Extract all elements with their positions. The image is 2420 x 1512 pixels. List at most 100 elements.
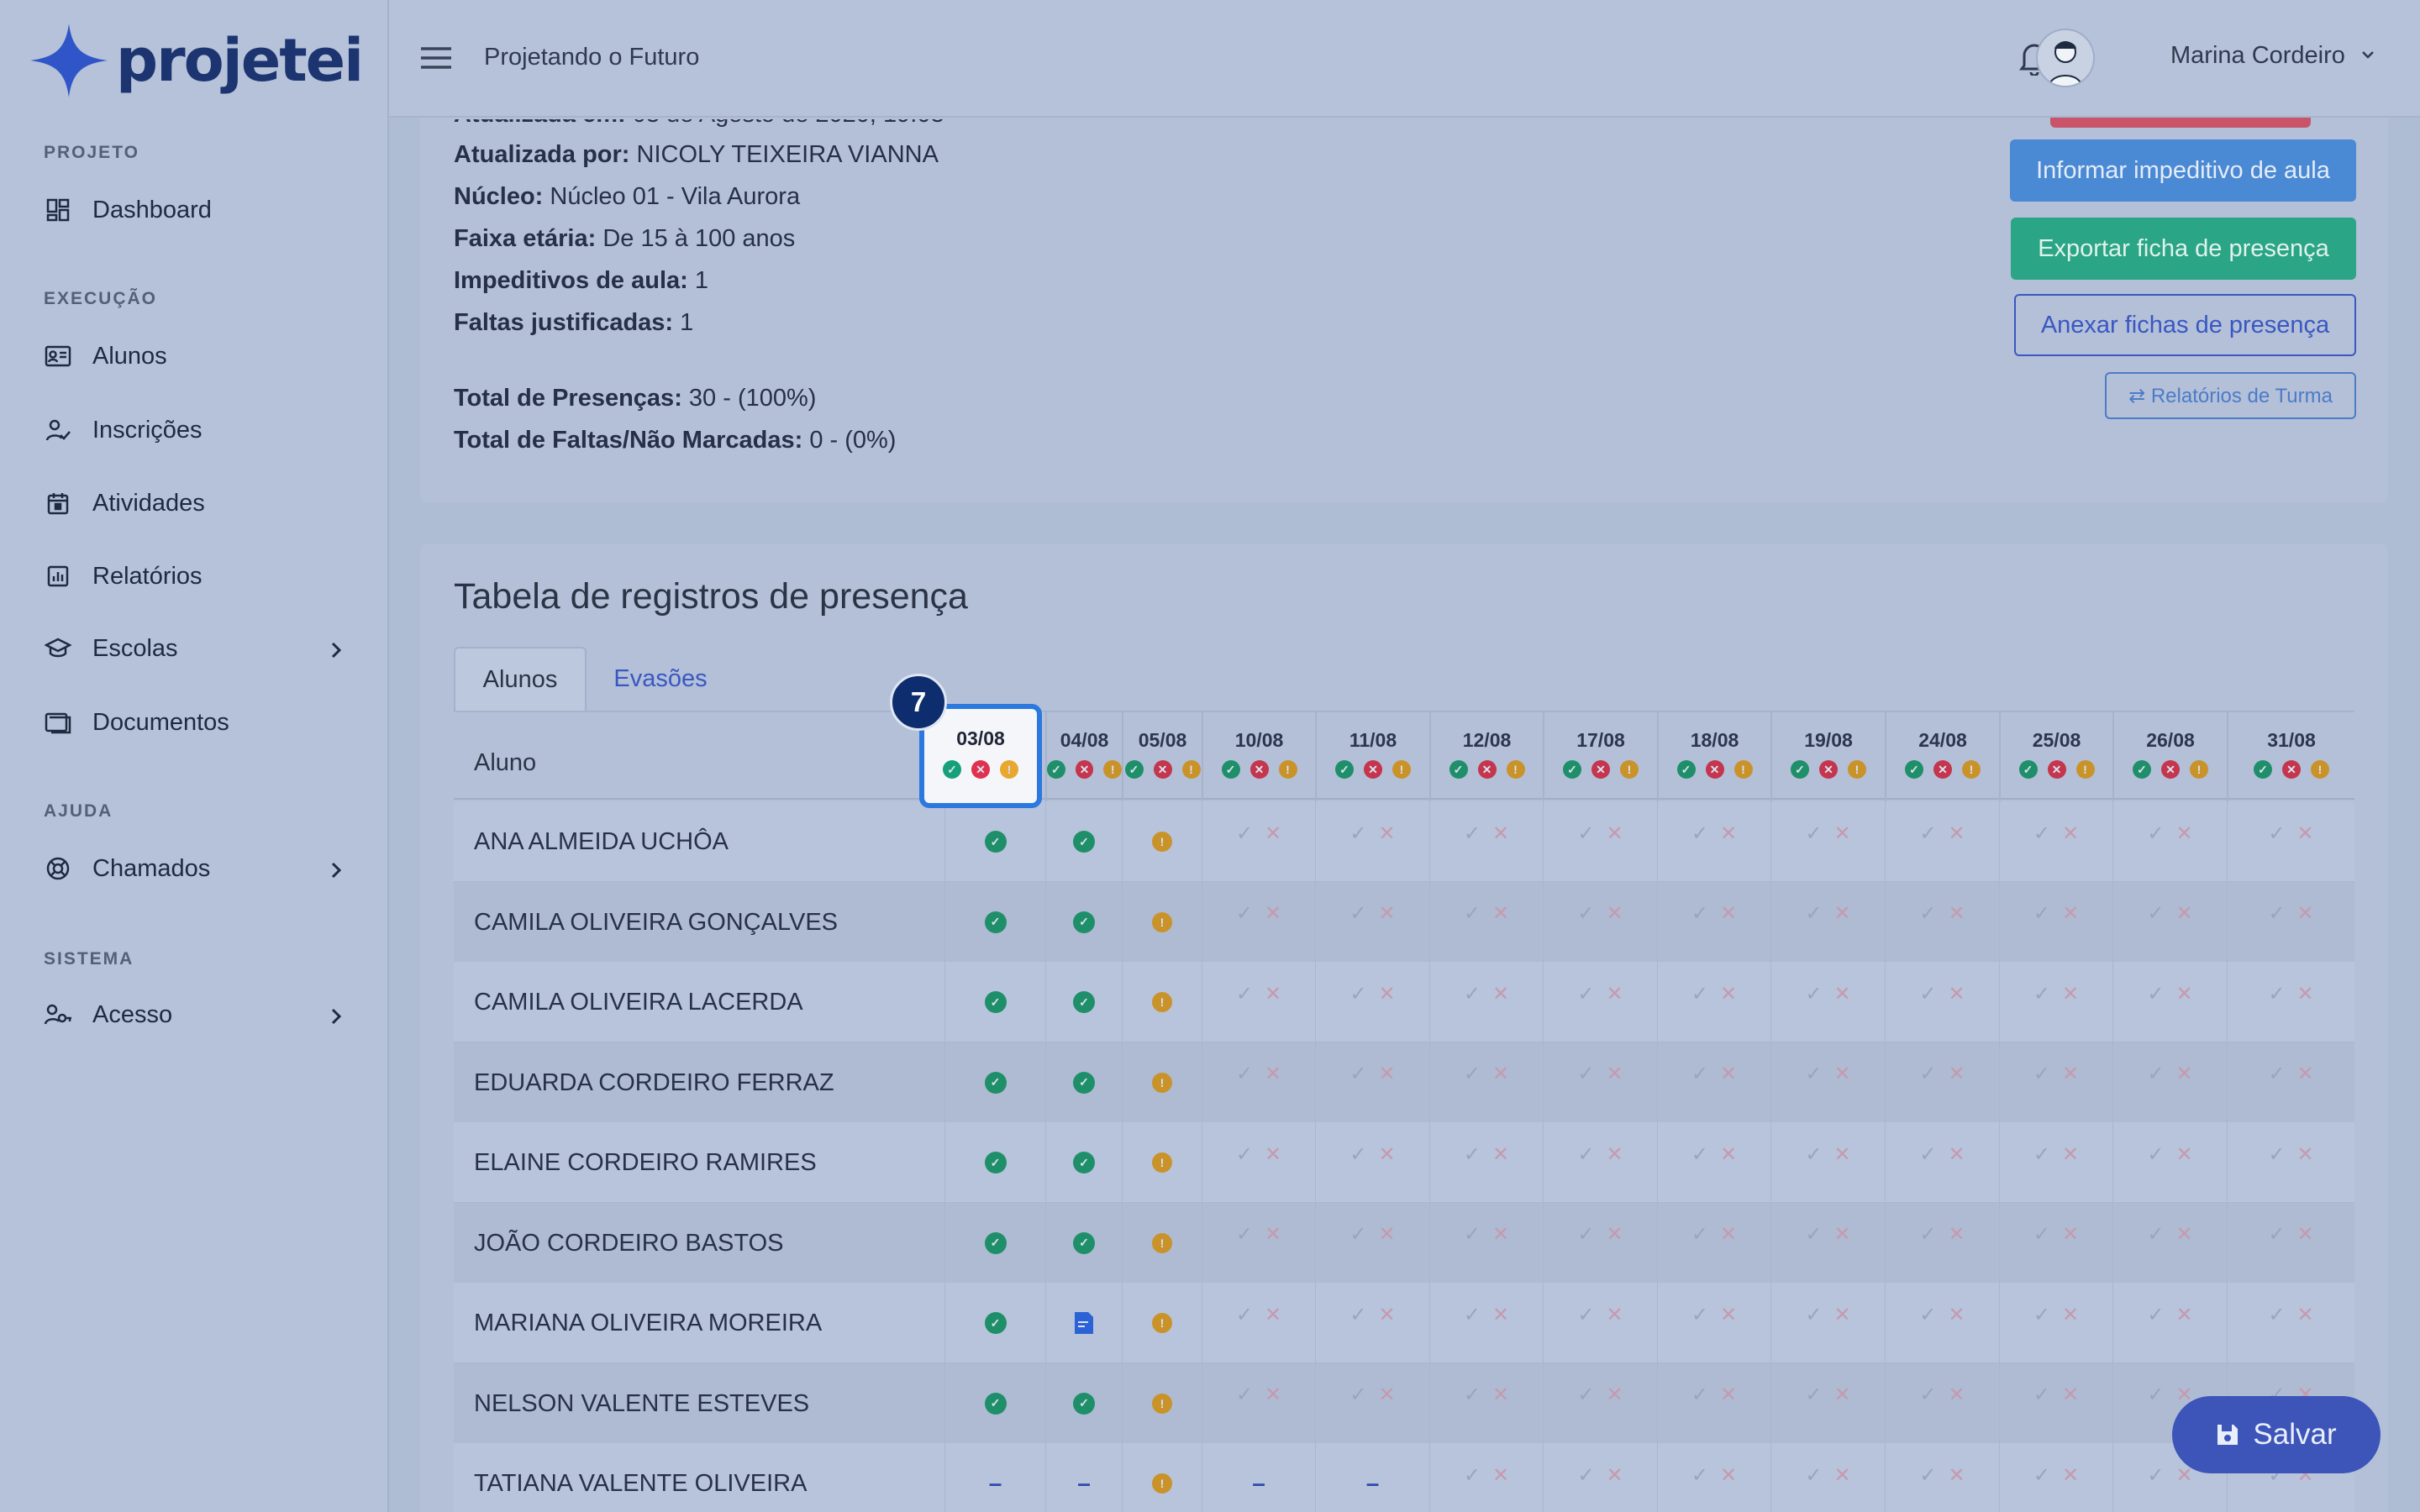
attendance-cell[interactable]: ✓ ✕ bbox=[1885, 1443, 1999, 1512]
attendance-toggle[interactable]: ✓ ✕ bbox=[2268, 1062, 2313, 1086]
attendance-cell[interactable]: ! bbox=[1122, 1122, 1202, 1203]
brand-logo[interactable]: projetei bbox=[30, 24, 364, 97]
attendance-toggle[interactable]: ✓ ✕ bbox=[2268, 822, 2313, 846]
attendance-cell[interactable]: ! bbox=[1122, 801, 1202, 882]
justified-icon[interactable]: ! bbox=[1103, 760, 1123, 779]
justified-status-icon[interactable]: ! bbox=[1152, 1232, 1172, 1253]
attendance-cell[interactable]: ✓ ✕ bbox=[1999, 801, 2112, 882]
attendance-cell[interactable]: ! bbox=[1122, 881, 1202, 963]
attendance-cell[interactable]: ✓ ✕ bbox=[1770, 1443, 1885, 1512]
justified-status-icon[interactable]: ! bbox=[1152, 992, 1172, 1012]
attendance-toggle[interactable]: ✓ ✕ bbox=[1691, 1142, 1737, 1167]
attendance-cell[interactable]: ✓ ✕ bbox=[1315, 881, 1429, 963]
attendance-toggle[interactable]: ✓ ✕ bbox=[2033, 1062, 2079, 1086]
attendance-toggle[interactable]: ✓ ✕ bbox=[2147, 1222, 2192, 1247]
attendance-toggle[interactable]: ✓ ✕ bbox=[2268, 982, 2313, 1006]
attendance-cell[interactable]: ✓ ✕ bbox=[2112, 962, 2227, 1042]
attendance-cell[interactable]: ✓ ✕ bbox=[1885, 1122, 1999, 1203]
attendance-toggle[interactable]: ✓ ✕ bbox=[1464, 1142, 1509, 1167]
justified-icon[interactable]: ! bbox=[1733, 760, 1753, 779]
date-column-header[interactable]: 05/08 ✓ ✕! bbox=[1122, 712, 1202, 801]
sidebar-item-alunos[interactable]: Alunos bbox=[44, 331, 342, 381]
attendance-toggle[interactable]: ✓ ✕ bbox=[2033, 1222, 2079, 1247]
present-icon[interactable]: ✓ bbox=[1124, 760, 1144, 779]
attendance-toggle[interactable]: ✓ ✕ bbox=[1919, 1062, 1965, 1086]
attendance-cell[interactable]: ✓ ✕ bbox=[1315, 1362, 1429, 1444]
justified-icon[interactable]: ! bbox=[1848, 760, 1866, 779]
attendance-cell[interactable]: ✓ ✕ bbox=[1999, 1122, 2112, 1203]
attendance-cell[interactable]: ✓ ✕ bbox=[2227, 801, 2354, 882]
present-status-icon[interactable]: ✓ bbox=[984, 1312, 1007, 1334]
attendance-cell[interactable]: ✓ bbox=[1045, 881, 1122, 963]
attendance-toggle[interactable]: ✓ ✕ bbox=[2033, 1463, 2079, 1488]
justified-status-icon[interactable]: ! bbox=[1152, 1152, 1172, 1173]
present-status-icon[interactable]: ✓ bbox=[984, 1392, 1007, 1415]
attendance-toggle[interactable]: ✓ ✕ bbox=[1236, 822, 1281, 846]
date-column-header[interactable]: 19/08 ✓ ✕! bbox=[1770, 712, 1885, 801]
mark-all-absent-icon[interactable]: ✕ bbox=[971, 760, 990, 779]
attendance-cell[interactable]: ✓ ✕ bbox=[1885, 801, 1999, 882]
attendance-toggle[interactable]: ✓ ✕ bbox=[1577, 1062, 1623, 1086]
absent-icon[interactable]: ✕ bbox=[1364, 760, 1382, 779]
attendance-cell[interactable]: ✓ ✕ bbox=[1202, 881, 1315, 963]
attendance-toggle[interactable]: ✓ ✕ bbox=[1805, 1222, 1850, 1247]
present-icon[interactable]: ✓ bbox=[1676, 760, 1696, 779]
attendance-cell[interactable]: ✓ ✕ bbox=[1202, 962, 1315, 1042]
attendance-cell[interactable]: ✓ ✕ bbox=[2227, 962, 2354, 1042]
sidebar-item-inscricoes[interactable]: Inscrições bbox=[44, 405, 342, 455]
attendance-cell[interactable]: ✓ ✕ bbox=[1657, 1443, 1770, 1512]
present-icon[interactable]: ✓ bbox=[1221, 760, 1240, 779]
attendance-toggle[interactable]: ✓ ✕ bbox=[1464, 1062, 1509, 1086]
justified-icon[interactable]: ! bbox=[1392, 760, 1411, 779]
justified-icon[interactable]: ! bbox=[2075, 760, 2095, 779]
attendance-cell[interactable]: ✓ ✕ bbox=[1657, 801, 1770, 882]
date-column-header[interactable]: 26/08 ✓ ✕! bbox=[2112, 712, 2227, 801]
attendance-toggle[interactable]: ✓ ✕ bbox=[2268, 1303, 2313, 1327]
attendance-cell[interactable]: ✓ ✕ bbox=[2227, 1202, 2354, 1284]
attendance-cell[interactable]: ✓ ✕ bbox=[1770, 1362, 1885, 1444]
attendance-cell[interactable]: ✓ ✕ bbox=[1202, 1283, 1315, 1363]
attendance-toggle[interactable]: ✓ ✕ bbox=[1919, 982, 1965, 1006]
attendance-cell[interactable]: ✓ ✕ bbox=[1770, 962, 1885, 1042]
attendance-toggle[interactable]: ✓ ✕ bbox=[1464, 1463, 1509, 1488]
attendance-toggle[interactable]: ✓ ✕ bbox=[1919, 1142, 1965, 1167]
attendance-toggle[interactable]: ✓ ✕ bbox=[2033, 1142, 2079, 1167]
attendance-toggle[interactable]: ✓ ✕ bbox=[1577, 982, 1623, 1006]
present-status-icon[interactable]: ✓ bbox=[984, 1152, 1007, 1173]
date-column-header[interactable]: 31/08 ✓ ✕! bbox=[2227, 712, 2354, 801]
attendance-cell[interactable]: ✓ ✕ bbox=[1770, 1202, 1885, 1284]
present-status-icon[interactable]: ✓ bbox=[1073, 831, 1095, 853]
present-icon[interactable]: ✓ bbox=[1047, 760, 1065, 779]
unmarked-dash[interactable]: – bbox=[1077, 1470, 1091, 1497]
attendance-cell[interactable]: ✓ ✕ bbox=[1315, 1202, 1429, 1284]
present-icon[interactable]: ✓ bbox=[1791, 760, 1809, 779]
attendance-toggle[interactable]: ✓ ✕ bbox=[1349, 901, 1395, 926]
attendance-cell[interactable]: ✓ ✕ bbox=[1543, 1202, 1657, 1284]
attendance-toggle[interactable]: ✓ ✕ bbox=[1349, 822, 1395, 846]
attendance-toggle[interactable]: ✓ ✕ bbox=[1236, 1142, 1281, 1167]
attendance-toggle[interactable]: ✓ ✕ bbox=[1919, 1222, 1965, 1247]
attendance-cell[interactable]: ✓ bbox=[944, 881, 1045, 963]
present-icon[interactable]: ✓ bbox=[2018, 760, 2038, 779]
unmarked-dash[interactable]: – bbox=[1366, 1470, 1380, 1497]
sidebar-item-dashboard[interactable]: Dashboard bbox=[44, 185, 342, 235]
present-icon[interactable]: ✓ bbox=[1905, 760, 1923, 779]
attendance-toggle[interactable]: ✓ ✕ bbox=[2147, 1303, 2192, 1327]
attendance-toggle[interactable]: ✓ ✕ bbox=[1236, 1062, 1281, 1086]
attendance-cell[interactable]: ✓ ✕ bbox=[1202, 1202, 1315, 1284]
attendance-cell[interactable]: ✓ ✕ bbox=[1885, 1283, 1999, 1363]
attendance-cell[interactable]: ✓ ✕ bbox=[1770, 1042, 1885, 1123]
attendance-cell[interactable]: ✓ ✕ bbox=[1770, 1122, 1885, 1203]
attendance-toggle[interactable]: ✓ ✕ bbox=[1464, 822, 1509, 846]
user-name[interactable]: Marina Cordeiro bbox=[2170, 42, 2345, 70]
attendance-cell[interactable]: ✓ ✕ bbox=[1543, 801, 1657, 882]
save-button[interactable]: Salvar bbox=[2172, 1396, 2381, 1473]
present-status-icon[interactable]: ✓ bbox=[984, 991, 1007, 1013]
attendance-cell[interactable]: ✓ ✕ bbox=[1543, 1283, 1657, 1363]
attendance-cell[interactable]: ✓ ✕ bbox=[1315, 801, 1429, 882]
attendance-toggle[interactable]: ✓ ✕ bbox=[1805, 1062, 1850, 1086]
attendance-toggle[interactable]: ✓ ✕ bbox=[1691, 1303, 1737, 1327]
attendance-toggle[interactable]: ✓ ✕ bbox=[1349, 1383, 1395, 1407]
date-column-header[interactable]: 25/08 ✓ ✕! bbox=[1999, 712, 2112, 801]
absent-icon[interactable]: ✕ bbox=[2161, 760, 2180, 779]
